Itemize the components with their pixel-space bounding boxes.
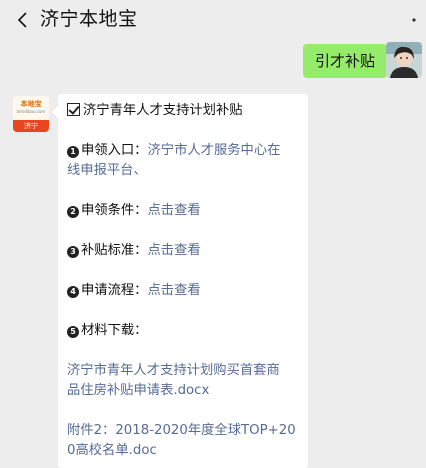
item-downloads: 5 材料下载： bbox=[67, 321, 299, 341]
process-link[interactable]: 点击查看 bbox=[147, 283, 200, 298]
entry-link-cont[interactable]: 线申报平台 bbox=[67, 163, 133, 178]
checkbox-icon bbox=[67, 103, 80, 116]
top-bar: 济宁本地宝 bbox=[0, 0, 426, 40]
chat-title: 济宁本地宝 bbox=[40, 8, 138, 30]
conditions-link[interactable]: 点击查看 bbox=[147, 203, 200, 218]
number-badge-icon: 4 bbox=[67, 286, 79, 298]
download-link-list-cont[interactable]: 0高校名单.doc bbox=[67, 441, 299, 461]
download-link-list[interactable]: 附件2：2018-2020年度全球TOP+20 bbox=[67, 421, 299, 441]
entry-link[interactable]: 济宁市人才服务中心在 bbox=[147, 143, 280, 158]
item-entry: 1 申领入口：济宁市人才服务中心在 bbox=[67, 141, 299, 161]
bot-avatar-city: 济宁 bbox=[13, 120, 49, 132]
more-dots-icon[interactable] bbox=[408, 14, 420, 26]
number-badge-icon: 5 bbox=[67, 326, 79, 338]
standard-link[interactable]: 点击查看 bbox=[147, 243, 200, 258]
item-process: 4 申请流程：点击查看 bbox=[67, 281, 299, 301]
number-badge-icon: 1 bbox=[67, 146, 79, 158]
bot-avatar-logo: 本地宝 bendibao.com bbox=[13, 96, 49, 120]
message-title-line: 济宁青年人才支持计划补贴 bbox=[67, 101, 299, 121]
outgoing-message[interactable]: 引才补贴 bbox=[303, 44, 394, 78]
chevron-left-icon[interactable] bbox=[14, 10, 34, 30]
number-badge-icon: 2 bbox=[67, 206, 79, 218]
bot-avatar[interactable]: 本地宝 bendibao.com 济宁 bbox=[13, 96, 49, 132]
item-conditions: 2 申领条件：点击查看 bbox=[67, 201, 299, 221]
download-link-form-cont[interactable]: 品住房补贴申请表.docx bbox=[67, 381, 299, 401]
incoming-message: 济宁青年人才支持计划补贴 1 申领入口：济宁市人才服务中心在 线申报平台、 2 申领… bbox=[52, 94, 308, 468]
number-badge-icon: 3 bbox=[67, 246, 79, 258]
user-avatar[interactable] bbox=[386, 42, 422, 78]
download-link-form[interactable]: 济宁市青年人才支持计划购买首套商 bbox=[67, 361, 299, 381]
item-standard: 3 补贴标准：点击查看 bbox=[67, 241, 299, 261]
user-avatar-image bbox=[386, 42, 422, 78]
